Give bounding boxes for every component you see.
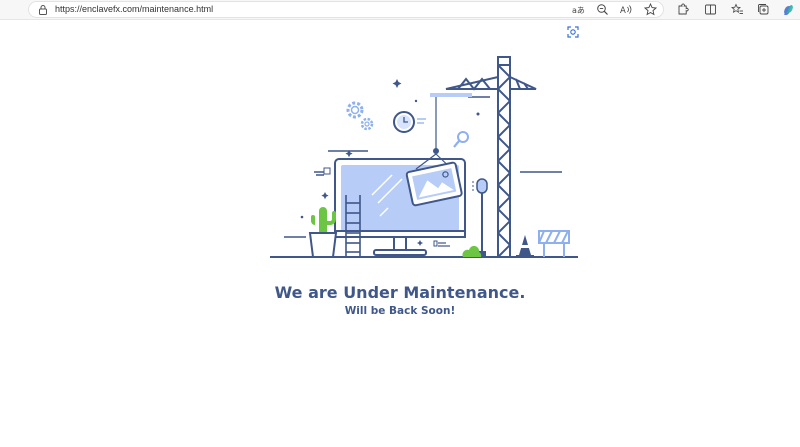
extensions-icon[interactable] [676,3,689,16]
split-screen-icon[interactable] [704,3,717,16]
zoom-icon[interactable] [596,3,609,16]
page-title: We are Under Maintenance. [274,283,526,302]
url-text[interactable]: https://enclavefx.com/maintenance.html [55,4,213,14]
svg-text:A: A [620,6,626,16]
crane-hook [433,148,439,154]
immersive-reader-icon[interactable]: A [620,3,633,16]
road-barrier [538,230,570,257]
bush [462,245,482,257]
clock-icon [393,111,426,133]
svg-text:aあ: aあ [572,6,585,15]
crane-counterweight [430,93,472,97]
address-bar[interactable]: https://enclavefx.com/maintenance.html [28,1,664,18]
browser-toolbar: https://enclavefx.com/maintenance.html a… [0,0,800,20]
page-subtitle: Will be Back Soon! [344,305,456,317]
cactus-plant [308,207,338,258]
copilot-icon[interactable] [782,3,795,16]
favorite-star-icon[interactable] [644,3,657,16]
read-aloud-icon[interactable]: aあ [572,3,585,16]
lock-icon[interactable] [37,4,49,16]
collections-icon[interactable] [757,3,770,16]
screenshot-capture-icon[interactable] [566,25,580,39]
decor-square [323,167,331,175]
favorites-list-icon[interactable] [731,3,744,16]
street-lamp [472,178,488,257]
magnifier-icon [453,131,469,148]
gear-icon [346,101,374,131]
traffic-cone [516,235,534,257]
maintenance-illustration [270,56,578,258]
